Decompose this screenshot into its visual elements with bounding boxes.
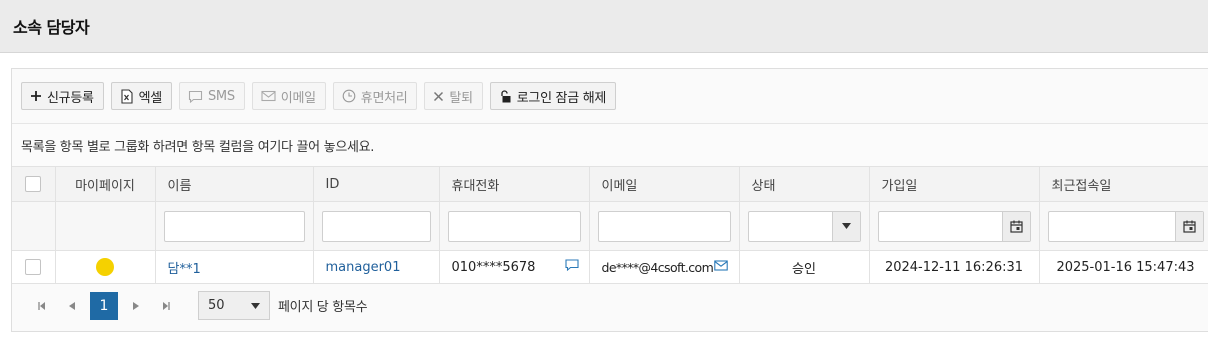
name-cell: 담**1 bbox=[155, 250, 314, 284]
filter-row bbox=[12, 201, 1208, 251]
prev-page-icon[interactable] bbox=[60, 294, 84, 318]
page-size-select[interactable]: 50 bbox=[198, 291, 270, 320]
close-icon bbox=[433, 91, 444, 102]
excel-icon bbox=[120, 88, 134, 104]
withdraw-label: 탈퇴 bbox=[449, 90, 473, 106]
col-status[interactable]: 상태 bbox=[739, 166, 870, 202]
filter-name-cell bbox=[155, 201, 314, 251]
chevron-down-icon bbox=[251, 298, 260, 313]
status-cell: 승인 bbox=[739, 250, 870, 284]
col-id[interactable]: ID bbox=[313, 166, 440, 202]
filter-phone-input[interactable] bbox=[447, 210, 581, 242]
email-cell: de****@4csoft.com bbox=[589, 250, 740, 284]
sms-button[interactable]: SMS bbox=[178, 82, 245, 110]
filter-last-login-date[interactable] bbox=[1047, 210, 1204, 242]
chat-icon bbox=[188, 90, 203, 103]
email-button[interactable]: 이메일 bbox=[251, 82, 326, 110]
manager-grid: 마이페이지 이름 ID 휴대전화 이메일 상태 가입일 최근접속일 담**1 m… bbox=[12, 166, 1208, 284]
id-link[interactable]: manager01 bbox=[326, 260, 401, 275]
mypage-cell bbox=[55, 250, 156, 284]
name-link[interactable]: 담**1 bbox=[168, 262, 201, 277]
page-title: 소속 담당자 bbox=[13, 18, 90, 37]
grid-header-row: 마이페이지 이름 ID 휴대전화 이메일 상태 가입일 최근접속일 bbox=[12, 166, 1208, 202]
filter-last-login-field[interactable] bbox=[1049, 212, 1175, 241]
select-all-checkbox[interactable] bbox=[25, 176, 42, 192]
dropdown-arrow-icon[interactable] bbox=[831, 211, 860, 241]
filter-id-input[interactable] bbox=[321, 210, 431, 242]
calendar-icon[interactable] bbox=[1174, 211, 1203, 241]
filter-email-input[interactable] bbox=[597, 210, 731, 242]
filter-status-cell bbox=[739, 201, 870, 251]
dormant-label: 휴면처리 bbox=[360, 90, 408, 106]
excel-button[interactable]: 엑셀 bbox=[110, 82, 172, 110]
filter-joined-cell bbox=[869, 201, 1040, 251]
filter-status-field[interactable] bbox=[749, 212, 832, 241]
clock-icon bbox=[342, 89, 356, 103]
toolbar: 신규등록 엑셀 SMS 이메일 휴면처리 탈퇴 로그인 잠금 해제 bbox=[12, 69, 1208, 123]
col-email[interactable]: 이메일 bbox=[589, 166, 740, 202]
envelope-icon bbox=[261, 90, 276, 102]
filter-status-select[interactable] bbox=[747, 210, 861, 242]
sms-label: SMS bbox=[207, 88, 235, 104]
filter-joined-field[interactable] bbox=[879, 212, 1002, 241]
page-size-label: 페이지 당 항목수 bbox=[278, 300, 368, 315]
mypage-status-dot[interactable] bbox=[96, 258, 114, 276]
page-header: 소속 담당자 bbox=[0, 0, 1208, 53]
row-select-cell bbox=[12, 250, 56, 284]
filter-joined-date[interactable] bbox=[877, 210, 1031, 242]
excel-label: 엑셀 bbox=[138, 90, 163, 106]
current-page[interactable]: 1 bbox=[90, 291, 118, 320]
plus-icon bbox=[30, 90, 42, 102]
pager: 1 50 페이지 당 항목수 bbox=[12, 284, 1208, 327]
phone-cell: 010****5678 bbox=[439, 250, 590, 284]
envelope-icon[interactable] bbox=[714, 259, 728, 275]
new-register-label: 신규등록 bbox=[47, 90, 94, 106]
filter-empty-cell bbox=[55, 201, 156, 251]
joined-cell: 2024-12-11 16:26:31 bbox=[869, 250, 1040, 284]
page-size-value: 50 bbox=[208, 298, 225, 313]
group-drop-area[interactable]: 목록을 항목 별로 그룹화 하려면 항목 컬럼을 여기다 끌어 놓으세요. bbox=[12, 123, 1208, 166]
next-page-icon[interactable] bbox=[124, 294, 148, 318]
col-last-login[interactable]: 최근접속일 bbox=[1039, 166, 1208, 202]
filter-phone-cell bbox=[439, 201, 590, 251]
unlock-login-label: 로그인 잠금 해제 bbox=[516, 90, 607, 106]
table-row[interactable]: 담**1 manager01 010****5678 de****@4csoft… bbox=[12, 250, 1208, 284]
col-joined[interactable]: 가입일 bbox=[869, 166, 1040, 202]
col-mypage[interactable]: 마이페이지 bbox=[55, 166, 156, 202]
grid-panel: 신규등록 엑셀 SMS 이메일 휴면처리 탈퇴 로그인 잠금 해제 목록을 항목… bbox=[11, 68, 1208, 332]
chat-icon[interactable] bbox=[564, 259, 579, 275]
filter-last-login-cell bbox=[1039, 201, 1208, 251]
col-name[interactable]: 이름 bbox=[155, 166, 314, 202]
filter-email-cell bbox=[589, 201, 740, 251]
filter-name-input[interactable] bbox=[163, 210, 305, 242]
first-page-icon[interactable] bbox=[30, 294, 54, 318]
phone-value: 010****5678 bbox=[451, 259, 536, 275]
id-cell: manager01 bbox=[313, 250, 440, 284]
last-page-icon[interactable] bbox=[154, 294, 178, 318]
unlock-icon bbox=[499, 89, 512, 104]
row-checkbox[interactable] bbox=[25, 259, 42, 275]
last-login-cell: 2025-01-16 15:47:43 bbox=[1039, 250, 1208, 284]
dormant-button[interactable]: 휴면처리 bbox=[332, 82, 418, 110]
filter-empty-cell bbox=[12, 201, 56, 251]
filter-id-cell bbox=[313, 201, 440, 251]
unlock-login-button[interactable]: 로그인 잠금 해제 bbox=[489, 82, 617, 110]
select-all-cell bbox=[12, 166, 56, 202]
calendar-icon[interactable] bbox=[1001, 211, 1030, 241]
col-phone[interactable]: 휴대전화 bbox=[439, 166, 590, 202]
email-value: de****@4csoft.com bbox=[601, 259, 714, 275]
new-register-button[interactable]: 신규등록 bbox=[21, 82, 104, 110]
withdraw-button[interactable]: 탈퇴 bbox=[424, 82, 483, 110]
email-label: 이메일 bbox=[280, 90, 316, 106]
